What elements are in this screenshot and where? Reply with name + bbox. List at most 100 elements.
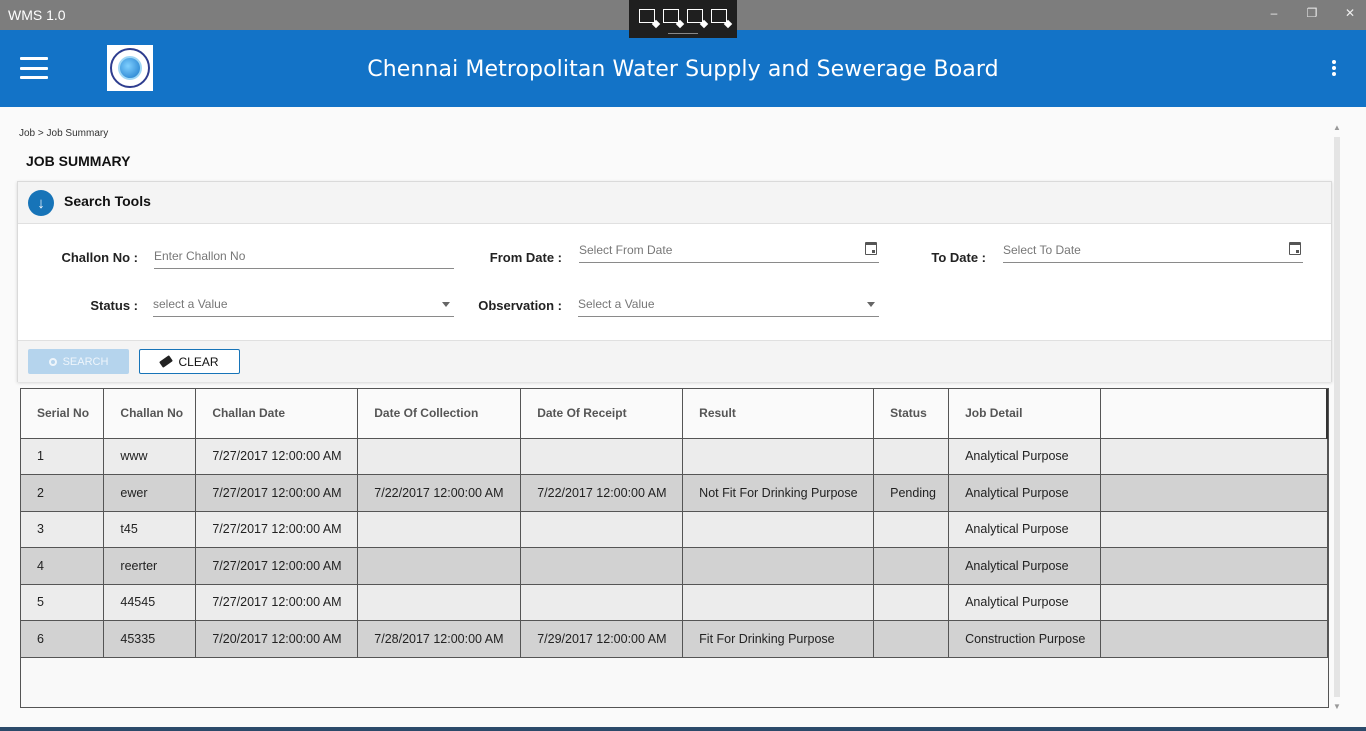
column-header[interactable]: Result bbox=[682, 389, 875, 439]
challan-input[interactable]: Enter Challon No bbox=[154, 245, 454, 269]
search-button[interactable]: SEARCH bbox=[28, 349, 129, 374]
taskbar-edge bbox=[0, 727, 1366, 731]
page-scrollbar[interactable]: ▲ ▼ bbox=[1331, 123, 1343, 711]
table-cell: t45 bbox=[103, 511, 197, 548]
search-actions: SEARCH CLEAR bbox=[18, 340, 1331, 382]
table-cell: 1 bbox=[21, 438, 105, 475]
main-content: Job > Job Summary JOB SUMMARY ↓ Search T… bbox=[0, 107, 1366, 731]
table-row[interactable]: 4 reerter 7/27/2017 12:00:00 AM Analytic… bbox=[21, 547, 1328, 585]
eraser-icon bbox=[159, 355, 174, 368]
table-cell: 2 bbox=[21, 474, 105, 512]
from-date-label: From Date : bbox=[489, 250, 562, 265]
scroll-up-icon[interactable]: ▲ bbox=[1333, 123, 1341, 132]
table-cell: 45335 bbox=[103, 620, 197, 658]
search-tools-header[interactable]: ↓ Search Tools bbox=[18, 182, 1331, 224]
table-row[interactable]: 1 www 7/27/2017 12:00:00 AM Analytical P… bbox=[21, 438, 1328, 475]
table-cell: 7/27/2017 12:00:00 AM bbox=[195, 438, 359, 475]
table-cell bbox=[682, 438, 875, 475]
chevron-down-icon[interactable] bbox=[867, 302, 875, 307]
breadcrumb[interactable]: Job > Job Summary bbox=[19, 128, 108, 139]
clear-button[interactable]: CLEAR bbox=[139, 349, 240, 374]
table-cell: 5 bbox=[21, 584, 105, 621]
column-header[interactable]: Challan No bbox=[103, 389, 197, 439]
search-button-label: SEARCH bbox=[62, 355, 109, 368]
table-cell: 7/27/2017 12:00:00 AM bbox=[195, 474, 359, 512]
from-date-picker[interactable]: Select From Date bbox=[579, 239, 879, 263]
table-cell: Analytical Purpose bbox=[948, 511, 1102, 548]
table-cell: Construction Purpose bbox=[948, 620, 1102, 658]
to-date-picker[interactable]: Select To Date bbox=[1003, 239, 1303, 263]
table-row[interactable]: 2 ewer 7/27/2017 12:00:00 AM 7/22/2017 1… bbox=[21, 474, 1328, 512]
table-cell bbox=[520, 584, 684, 621]
table-cell: 3 bbox=[21, 511, 105, 548]
search-tools-title: Search Tools bbox=[64, 193, 151, 209]
table-cell: 44545 bbox=[103, 584, 197, 621]
table-cell bbox=[1100, 584, 1328, 621]
table-cell bbox=[357, 438, 522, 475]
table-cell: 6 bbox=[21, 620, 105, 658]
table-cell bbox=[1100, 474, 1328, 512]
table-cell: 7/27/2017 12:00:00 AM bbox=[195, 511, 359, 548]
track-focus-icon[interactable] bbox=[711, 9, 727, 23]
table-row[interactable]: 3 t45 7/27/2017 12:00:00 AM Analytical P… bbox=[21, 511, 1328, 548]
table-row[interactable]: 5 44545 7/27/2017 12:00:00 AM Analytical… bbox=[21, 584, 1328, 621]
status-select[interactable]: select a Value bbox=[153, 293, 454, 317]
job-summary-table: Serial No Challan No Challan Date Date O… bbox=[20, 388, 1329, 708]
table-cell: Not Fit For Drinking Purpose bbox=[682, 474, 875, 512]
arrow-down-icon[interactable]: ↓ bbox=[28, 190, 54, 216]
table-row[interactable]: 6 45335 7/20/2017 12:00:00 AM 7/28/2017 … bbox=[21, 620, 1328, 658]
to-date-label: To Date : bbox=[931, 250, 986, 265]
column-header[interactable]: Date Of Collection bbox=[357, 389, 522, 439]
observation-select[interactable]: Select a Value bbox=[578, 293, 879, 317]
minimize-button[interactable]: – bbox=[1268, 6, 1280, 20]
observation-select-value: Select a Value bbox=[578, 297, 655, 311]
table-cell: Fit For Drinking Purpose bbox=[682, 620, 875, 658]
table-cell: 7/27/2017 12:00:00 AM bbox=[195, 584, 359, 621]
app-header: Chennai Metropolitan Water Supply and Se… bbox=[0, 30, 1366, 107]
pointer-icon[interactable] bbox=[663, 9, 679, 23]
calendar-icon[interactable] bbox=[1289, 242, 1301, 255]
clear-button-label: CLEAR bbox=[178, 354, 219, 369]
table-cell bbox=[1100, 547, 1328, 585]
table-cell: 7/22/2017 12:00:00 AM bbox=[357, 474, 522, 512]
table-cell: 7/28/2017 12:00:00 AM bbox=[357, 620, 522, 658]
search-icon bbox=[48, 357, 57, 366]
search-tools-panel: ↓ Search Tools Challon No : Enter Challo… bbox=[17, 181, 1332, 382]
scroll-down-icon[interactable]: ▼ bbox=[1333, 702, 1341, 711]
table-cell: 7/27/2017 12:00:00 AM bbox=[195, 547, 359, 585]
table-cell bbox=[357, 547, 522, 585]
table-cell bbox=[357, 584, 522, 621]
table-cell bbox=[520, 438, 684, 475]
challan-label: Challon No : bbox=[61, 250, 138, 265]
table-cell: Pending bbox=[873, 474, 950, 512]
header-title: Chennai Metropolitan Water Supply and Se… bbox=[367, 57, 999, 82]
table-cell: reerter bbox=[103, 547, 197, 585]
column-header[interactable]: Challan Date bbox=[195, 389, 359, 439]
scroll-thumb[interactable] bbox=[1334, 137, 1340, 697]
calendar-icon[interactable] bbox=[865, 242, 877, 255]
table-cell bbox=[682, 511, 875, 548]
toolbar-grip[interactable] bbox=[668, 33, 698, 34]
table-cell bbox=[1100, 620, 1328, 658]
column-header[interactable]: Date Of Receipt bbox=[520, 389, 684, 439]
observation-label: Observation : bbox=[478, 298, 562, 313]
restore-button[interactable]: ❐ bbox=[1306, 6, 1318, 20]
table-cell: www bbox=[103, 438, 197, 475]
table-cell bbox=[873, 438, 950, 475]
table-cell bbox=[873, 511, 950, 548]
close-button[interactable]: ✕ bbox=[1344, 6, 1356, 20]
table-cell bbox=[873, 620, 950, 658]
chevron-down-icon[interactable] bbox=[442, 302, 450, 307]
layout-adorner-icon[interactable] bbox=[687, 9, 703, 23]
status-label: Status : bbox=[90, 298, 138, 313]
select-element-icon[interactable] bbox=[639, 9, 655, 23]
from-date-placeholder: Select From Date bbox=[579, 243, 673, 257]
table-cell: Analytical Purpose bbox=[948, 438, 1102, 475]
window-title: WMS 1.0 bbox=[8, 7, 66, 23]
status-select-value: select a Value bbox=[153, 297, 228, 311]
table-cell bbox=[1100, 438, 1328, 475]
column-header[interactable]: Serial No bbox=[21, 389, 105, 439]
more-options-icon[interactable] bbox=[1332, 60, 1336, 76]
column-header[interactable]: Status bbox=[873, 389, 950, 439]
column-header[interactable]: Job Detail bbox=[948, 389, 1102, 439]
